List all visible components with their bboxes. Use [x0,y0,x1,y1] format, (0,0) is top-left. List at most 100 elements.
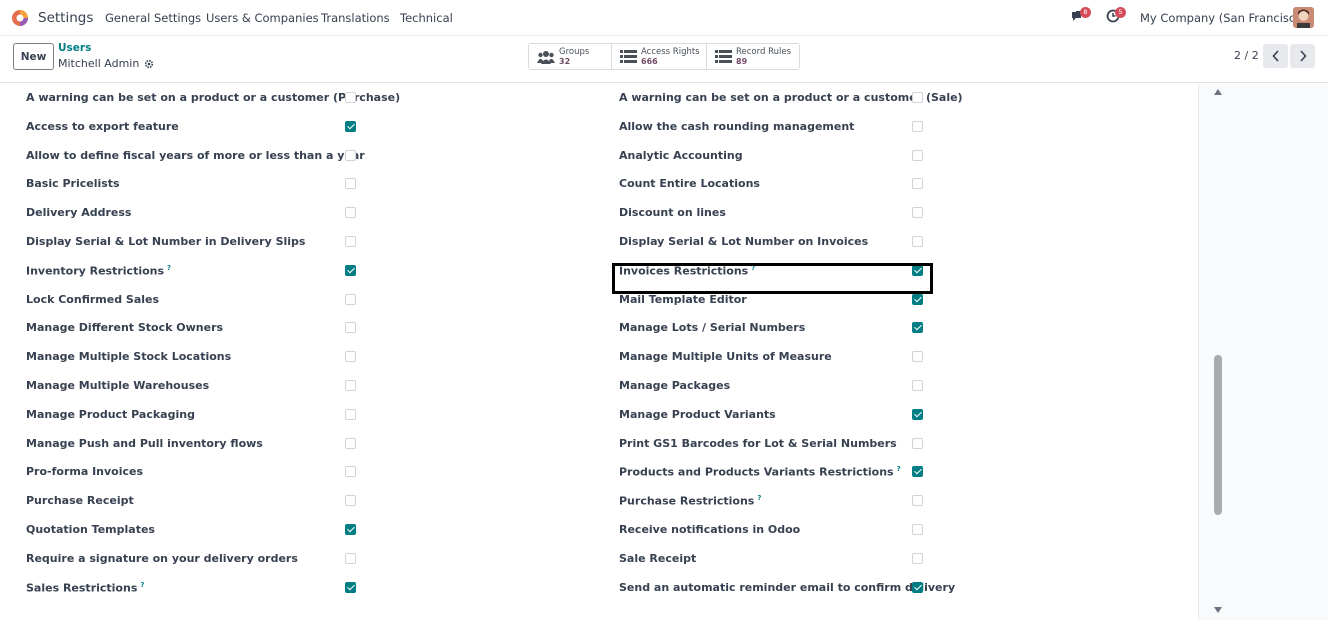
setting-checkbox[interactable] [912,120,923,132]
chevron-right-icon [1299,50,1307,62]
setting-label: Receive notifications in Odoo [619,523,800,536]
odoo-logo-icon[interactable] [11,9,29,27]
breadcrumb-current: Mitchell Admin [58,57,154,70]
setting-label: Purchase Restrictions? [619,494,761,508]
setting-checkbox[interactable] [912,293,923,305]
activities-badge: 5 [1115,7,1126,18]
setting-row: Purchase Restrictions? [0,487,1198,515]
groups-label: Groups [559,46,590,57]
menu-users-companies[interactable]: Users & Companies [206,11,319,25]
chevron-left-icon [1271,50,1279,62]
setting-checkbox[interactable] [912,178,923,190]
menu-translations[interactable]: Translations [321,11,390,25]
setting-label: Allow the cash rounding management [619,120,854,133]
side-panel [1198,84,1328,620]
setting-label-text: Manage Product Variants [619,407,776,421]
record-rules-smart-button[interactable]: Record Rules 89 [707,44,799,69]
setting-label-text: Allow the cash rounding management [619,119,855,133]
messages-badge: 8 [1080,7,1091,18]
setting-row: Receive notifications in Odoo [0,516,1198,544]
user-form-content: A warning can be set on a product or a c… [0,84,1198,620]
setting-label-text: Manage Lots / Serial Numbers [619,321,806,335]
top-navbar: Settings General Settings Users & Compan… [0,0,1328,36]
setting-label-text: Receive notifications in Odoo [619,523,801,536]
setting-row: Mail Template Editor [0,286,1198,314]
scroll-up-arrow[interactable] [1214,89,1222,95]
setting-label: Manage Lots / Serial Numbers [619,321,805,334]
setting-checkbox[interactable] [912,351,923,363]
setting-row: A warning can be set on a product or a c… [0,84,1198,112]
record-name: Mitchell Admin [58,57,140,70]
setting-checkbox[interactable] [912,466,923,478]
pager-previous-button[interactable] [1263,44,1288,68]
setting-checkbox[interactable] [912,322,923,334]
access-rights-count: 666 [641,56,658,66]
setting-label-text: Mail Template Editor [619,292,747,306]
setting-checkbox[interactable] [912,207,923,219]
user-avatar[interactable] [1293,7,1314,28]
scrollbar-thumb[interactable] [1214,355,1222,515]
setting-label-text: Analytic Accounting [619,148,743,162]
gear-icon[interactable] [144,59,154,69]
menu-technical[interactable]: Technical [400,11,453,25]
record-rules-label: Record Rules [736,46,792,57]
help-tooltip-icon[interactable]: ? [757,494,761,502]
setting-checkbox[interactable] [912,236,923,247]
activities-button[interactable]: 5 [1106,7,1126,27]
smart-buttons: Groups 32 Access Rights 666 Record Rules… [528,43,800,70]
setting-checkbox[interactable] [912,552,923,564]
setting-row: Invoices Restrictions? [0,257,1198,285]
avatar-icon [1293,7,1314,28]
setting-label-text: Products and Products Variants Restricti… [619,466,894,480]
setting-checkbox[interactable] [912,524,923,535]
setting-label: Send an automatic reminder email to conf… [619,581,955,594]
groups-smart-button[interactable]: Groups 32 [529,44,612,69]
company-switcher[interactable]: My Company (San Francisco) [1140,11,1307,25]
setting-label: Sale Receipt [619,552,696,565]
pager-next-button[interactable] [1290,44,1315,68]
setting-row: Sale Receipt [0,545,1198,573]
help-tooltip-icon[interactable]: ? [897,465,901,473]
setting-label: Analytic Accounting [619,149,743,162]
breadcrumb-users-link[interactable]: Users [58,42,91,54]
setting-label: Print GS1 Barcodes for Lot & Serial Numb… [619,437,897,450]
access-rights-smart-button[interactable]: Access Rights 666 [612,44,707,69]
setting-checkbox[interactable] [912,408,923,420]
setting-row: Manage Lots / Serial Numbers [0,314,1198,342]
new-button[interactable]: New [13,43,54,70]
setting-label: Mail Template Editor [619,293,747,306]
scroll-down-arrow[interactable] [1214,607,1222,613]
setting-label-text: Purchase Restrictions [619,494,755,508]
messages-button[interactable]: 8 [1071,7,1091,27]
setting-checkbox[interactable] [912,149,923,161]
setting-row: Products and Products Variants Restricti… [0,458,1198,486]
setting-checkbox[interactable] [912,495,923,507]
setting-row: Discount on lines [0,199,1198,227]
setting-row: Manage Packages [0,372,1198,400]
setting-label: Manage Packages [619,379,730,392]
setting-row: Print GS1 Barcodes for Lot & Serial Numb… [0,430,1198,458]
users-icon [537,50,555,64]
record-rules-count: 89 [736,56,748,66]
setting-label-text: Sale Receipt [619,551,697,565]
app-name[interactable]: Settings [38,10,93,26]
setting-row: Manage Multiple Units of Measure [0,343,1198,371]
setting-checkbox[interactable] [912,437,923,449]
setting-label-text: Send an automatic reminder email to conf… [619,580,956,594]
setting-label-text: Manage Multiple Units of Measure [619,350,832,364]
menu-general-settings[interactable]: General Settings [105,11,201,25]
setting-row: Count Entire Locations [0,170,1198,198]
groups-count: 32 [559,56,571,66]
list-icon [715,50,732,63]
pager-value[interactable]: 2 / 2 [1234,49,1259,62]
setting-label-text: Display Serial & Lot Number on Invoices [619,235,869,248]
setting-label: Products and Products Variants Restricti… [619,465,901,479]
setting-checkbox[interactable] [912,581,923,593]
setting-checkbox[interactable] [912,92,923,103]
setting-checkbox[interactable] [912,380,923,391]
setting-label-text: Count Entire Locations [619,177,760,191]
setting-row: Display Serial & Lot Number on Invoices [0,228,1198,256]
control-panel: New Users Mitchell Admin Groups 32 Acces… [0,36,1328,83]
setting-label-text: Print GS1 Barcodes for Lot & Serial Numb… [619,436,897,450]
list-icon [620,50,637,63]
